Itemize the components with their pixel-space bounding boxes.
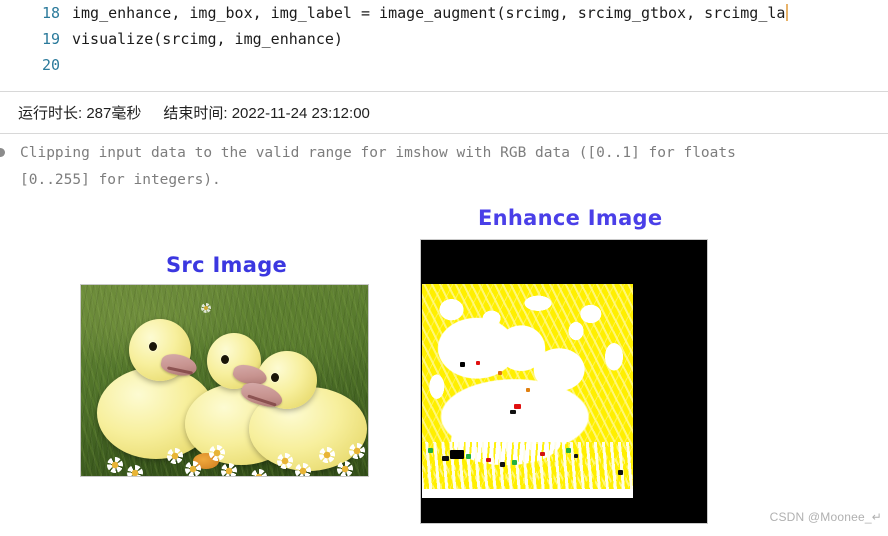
duckling-eye <box>271 373 279 382</box>
src-image-title: Src Image <box>166 253 288 277</box>
enhance-speckle <box>526 388 530 392</box>
daisy-flower <box>127 465 143 476</box>
code-line-content: visualize(srcimg, img_enhance) <box>72 30 343 48</box>
enhance-speckle <box>574 454 578 458</box>
enhance-speckle <box>510 410 516 414</box>
enhance-speckle <box>498 371 502 375</box>
enhance-speckle <box>500 462 505 467</box>
enhance-image-canvas <box>421 240 707 523</box>
daisy-flower <box>349 443 365 459</box>
code-line-row[interactable]: 18 img_enhance, img_box, img_label = ima… <box>0 0 888 26</box>
enhance-speckle <box>540 452 545 456</box>
enhance-image-content <box>422 284 633 498</box>
enhance-speckle <box>486 458 491 462</box>
line-number: 20 <box>41 56 60 74</box>
line-number: 19 <box>41 30 60 48</box>
daisy-flower <box>277 453 293 469</box>
enhance-speckle <box>618 470 623 475</box>
enhance-speckle <box>476 361 480 365</box>
enhance-speckle <box>428 448 433 453</box>
daisy-flower <box>337 461 353 476</box>
daisy-flower <box>319 447 335 463</box>
warning-text-line-2: [0..255] for integers). <box>20 172 221 188</box>
daisy-flower <box>107 457 123 473</box>
duckling-eye <box>221 355 229 364</box>
enhance-speckle <box>460 362 465 367</box>
run-duration-label: 运行时长: 287毫秒 <box>18 105 142 122</box>
figure-output-area: Src Image Enhance Image <box>0 196 888 536</box>
run-endtime-label: 结束时间: 2022-11-24 23:12:00 <box>163 105 370 122</box>
enhance-speckle <box>566 448 571 453</box>
code-line-row[interactable]: 20 <box>0 52 888 78</box>
code-editor[interactable]: 18 img_enhance, img_box, img_label = ima… <box>0 0 888 88</box>
enhance-image-title: Enhance Image <box>478 206 663 230</box>
enhance-bottom-strip <box>422 489 633 498</box>
csdn-watermark: CSDN @Moonee_↵ <box>769 510 882 524</box>
daisy-flower <box>295 463 311 476</box>
warning-text-line-1: Clipping input data to the valid range f… <box>20 145 736 161</box>
divider-below-status <box>0 133 888 134</box>
text-caret <box>786 4 789 21</box>
run-status-bar: 运行时长: 287毫秒 结束时间: 2022-11-24 23:12:00 <box>0 92 888 133</box>
enhance-speckle <box>514 404 521 409</box>
daisy-flower <box>167 448 183 464</box>
duckling-eye <box>149 342 157 351</box>
code-line-row[interactable]: 19 visualize(srcimg, img_enhance) <box>0 26 888 52</box>
code-line-text[interactable]: img_enhance, img_box, img_label = image_… <box>72 0 789 26</box>
enhance-speckle <box>442 456 449 461</box>
daisy-flower <box>221 463 237 476</box>
enhance-speckle <box>466 454 471 459</box>
src-image-photo <box>81 285 368 476</box>
line-number: 18 <box>41 4 60 22</box>
code-line-content: img_enhance, img_box, img_label = image_… <box>72 4 786 22</box>
enhance-speckle <box>450 450 464 459</box>
daisy-flower <box>209 445 225 461</box>
output-warning: Clipping input data to the valid range f… <box>0 140 888 194</box>
code-line-text[interactable]: visualize(srcimg, img_enhance) <box>72 26 343 52</box>
daisy-flower <box>185 461 201 476</box>
daisy-flower <box>201 303 211 313</box>
enhance-speckle <box>512 460 517 465</box>
